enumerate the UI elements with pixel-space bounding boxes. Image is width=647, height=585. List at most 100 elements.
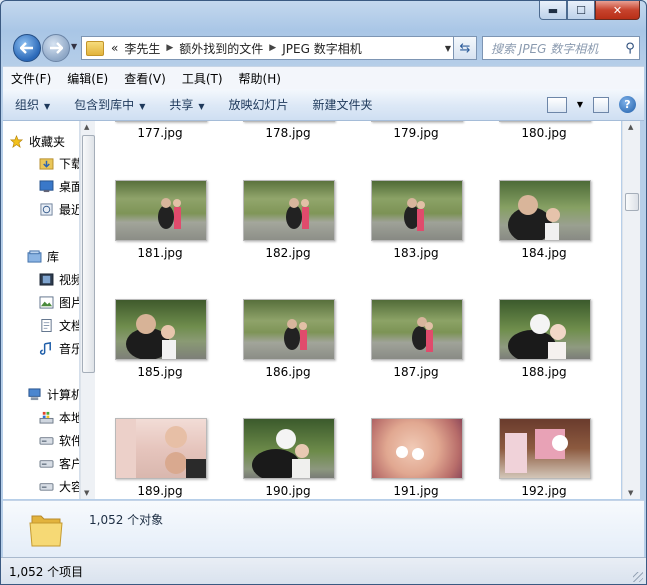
- nav-downloads[interactable]: 下载: [39, 153, 79, 173]
- navigation-pane-scrollbar[interactable]: ▲ ▼: [80, 121, 95, 499]
- file-name: 180.jpg: [521, 126, 567, 140]
- star-icon: [9, 134, 24, 148]
- thumbnail: [243, 180, 335, 241]
- menu-tools[interactable]: 工具(T): [174, 70, 231, 87]
- thumbnail: [243, 121, 335, 122]
- file-name: 186.jpg: [265, 365, 311, 379]
- help-icon[interactable]: ?: [619, 96, 636, 113]
- menu-bar: 文件(F) 编辑(E) 查看(V) 工具(T) 帮助(H): [3, 66, 644, 89]
- breadcrumb-item[interactable]: 李先生: [121, 40, 163, 57]
- back-button[interactable]: [13, 34, 41, 62]
- caption-buttons: ▬ ☐ ✕: [539, 1, 640, 20]
- breadcrumb-overflow[interactable]: «: [108, 41, 121, 55]
- thumbnail: [115, 299, 207, 360]
- nav-computer[interactable]: 计算机: [27, 384, 80, 404]
- resize-grip-icon[interactable]: [633, 572, 643, 582]
- file-name: 178.jpg: [265, 126, 311, 140]
- nav-label: 图片: [59, 295, 79, 310]
- nav-desktop[interactable]: 桌面: [39, 176, 79, 196]
- thumbnail: [499, 121, 591, 122]
- hard-drive-icon: [39, 482, 54, 491]
- nav-label: 下载: [59, 156, 79, 171]
- photo-content-icon: [284, 319, 307, 350]
- minimize-button[interactable]: ▬: [539, 1, 567, 20]
- address-bar[interactable]: « 李先生 ▶ 额外找到的文件 ▶ JPEG 数字相机 ▼: [81, 36, 457, 60]
- menu-help[interactable]: 帮助(H): [231, 70, 289, 87]
- search-icon[interactable]: ⚲: [621, 41, 639, 56]
- nav-guest-drive[interactable]: 客户: [39, 453, 79, 473]
- nav-local-disk[interactable]: 本地磁盘: [39, 407, 79, 427]
- nav-label: 计算机: [47, 387, 80, 402]
- thumbnail: [115, 121, 207, 122]
- share-button[interactable]: 共享 ▼: [157, 96, 216, 113]
- include-in-library-button[interactable]: 包含到库中 ▼: [62, 96, 157, 113]
- scrollbar-thumb[interactable]: [82, 135, 95, 373]
- new-folder-button[interactable]: 新建文件夹: [301, 96, 385, 113]
- file-name: 183.jpg: [393, 246, 439, 260]
- organize-button[interactable]: 组织 ▼: [3, 96, 62, 113]
- nav-recent-places[interactable]: 最近访问的位置: [39, 199, 79, 219]
- nav-big-drive[interactable]: 大容量: [39, 476, 79, 496]
- nav-label: 收藏夹: [29, 134, 66, 149]
- breadcrumb-item[interactable]: JPEG 数字相机: [279, 40, 364, 57]
- menu-view[interactable]: 查看(V): [116, 70, 174, 87]
- chevron-down-icon: ▼: [44, 102, 51, 111]
- folder-icon: [86, 40, 104, 56]
- explorer-window: ▬ ☐ ✕ ▼ « 李先生 ▶ 额外找到的文件 ▶ JPEG 数字相机 ▼ ⇆ …: [0, 0, 647, 585]
- computer-icon: [28, 387, 41, 400]
- nav-music[interactable]: 音乐: [39, 338, 79, 358]
- details-pane: 1,052 个对象: [3, 500, 644, 557]
- close-button[interactable]: ✕: [595, 1, 640, 20]
- menu-file[interactable]: 文件(F): [3, 70, 59, 87]
- file-name: 191.jpg: [393, 484, 439, 498]
- breadcrumb-item[interactable]: 额外找到的文件: [176, 40, 266, 57]
- recent-pages-dropdown[interactable]: ▼: [71, 42, 77, 51]
- navigation-pane: 收藏夹 下载 桌面 最近访问的位置 库 视频 图片 文档: [3, 121, 80, 499]
- file-name: 189.jpg: [137, 484, 183, 498]
- status-item-count: 1,052 个项目: [9, 565, 84, 579]
- forward-button[interactable]: [42, 34, 70, 62]
- thumbnail: [371, 418, 463, 479]
- view-options-chevron-icon[interactable]: ▼: [577, 100, 583, 109]
- file-list-scrollbar[interactable]: ▲ ▼: [622, 121, 640, 499]
- organize-label: 组织: [15, 98, 40, 112]
- search-input[interactable]: 搜索 JPEG 数字相机 ⚲: [482, 36, 640, 60]
- nav-documents[interactable]: 文档: [39, 315, 79, 335]
- scroll-up-icon[interactable]: ▲: [84, 123, 89, 131]
- thumbnail: [371, 121, 463, 122]
- scroll-up-icon[interactable]: ▲: [628, 123, 633, 131]
- recent-places-icon: [40, 202, 53, 216]
- photo-content-icon: [505, 429, 568, 473]
- nav-software-drive[interactable]: 软件: [39, 430, 79, 450]
- photo-content-icon: [508, 314, 566, 359]
- file-name: 179.jpg: [393, 126, 439, 140]
- scroll-down-icon[interactable]: ▼: [628, 489, 633, 497]
- photo-content-icon: [412, 317, 433, 352]
- include-label: 包含到库中: [74, 98, 135, 112]
- chevron-down-icon: ▼: [139, 102, 146, 111]
- nav-favorites[interactable]: 收藏夹: [9, 131, 79, 151]
- file-name: 190.jpg: [265, 484, 311, 498]
- nav-libraries[interactable]: 库: [27, 246, 79, 266]
- video-library-icon: [39, 272, 54, 286]
- photo-content-icon: [116, 419, 206, 478]
- menu-edit[interactable]: 编辑(E): [59, 70, 116, 87]
- scroll-down-icon[interactable]: ▼: [84, 489, 89, 497]
- status-bar: 1,052 个项目: [1, 557, 646, 584]
- hard-drive-icon: [39, 459, 54, 468]
- file-name: 182.jpg: [265, 246, 311, 260]
- breadcrumb-separator-icon[interactable]: ▶: [163, 43, 176, 53]
- change-view-icon[interactable]: [546, 96, 567, 113]
- nav-label: 视频: [59, 272, 79, 287]
- breadcrumb-separator-icon[interactable]: ▶: [266, 43, 279, 53]
- nav-pictures[interactable]: 图片: [39, 292, 79, 312]
- slideshow-button[interactable]: 放映幻灯片: [217, 96, 301, 113]
- maximize-button[interactable]: ☐: [567, 1, 595, 20]
- scrollbar-thumb[interactable]: [625, 193, 639, 211]
- nav-videos[interactable]: 视频: [39, 269, 79, 289]
- preview-pane-icon[interactable]: [593, 96, 609, 113]
- refresh-button[interactable]: ⇆: [453, 36, 477, 60]
- windows-drive-icon: [39, 411, 54, 424]
- downloads-folder-icon: [39, 157, 54, 170]
- thumbnail: [115, 180, 207, 241]
